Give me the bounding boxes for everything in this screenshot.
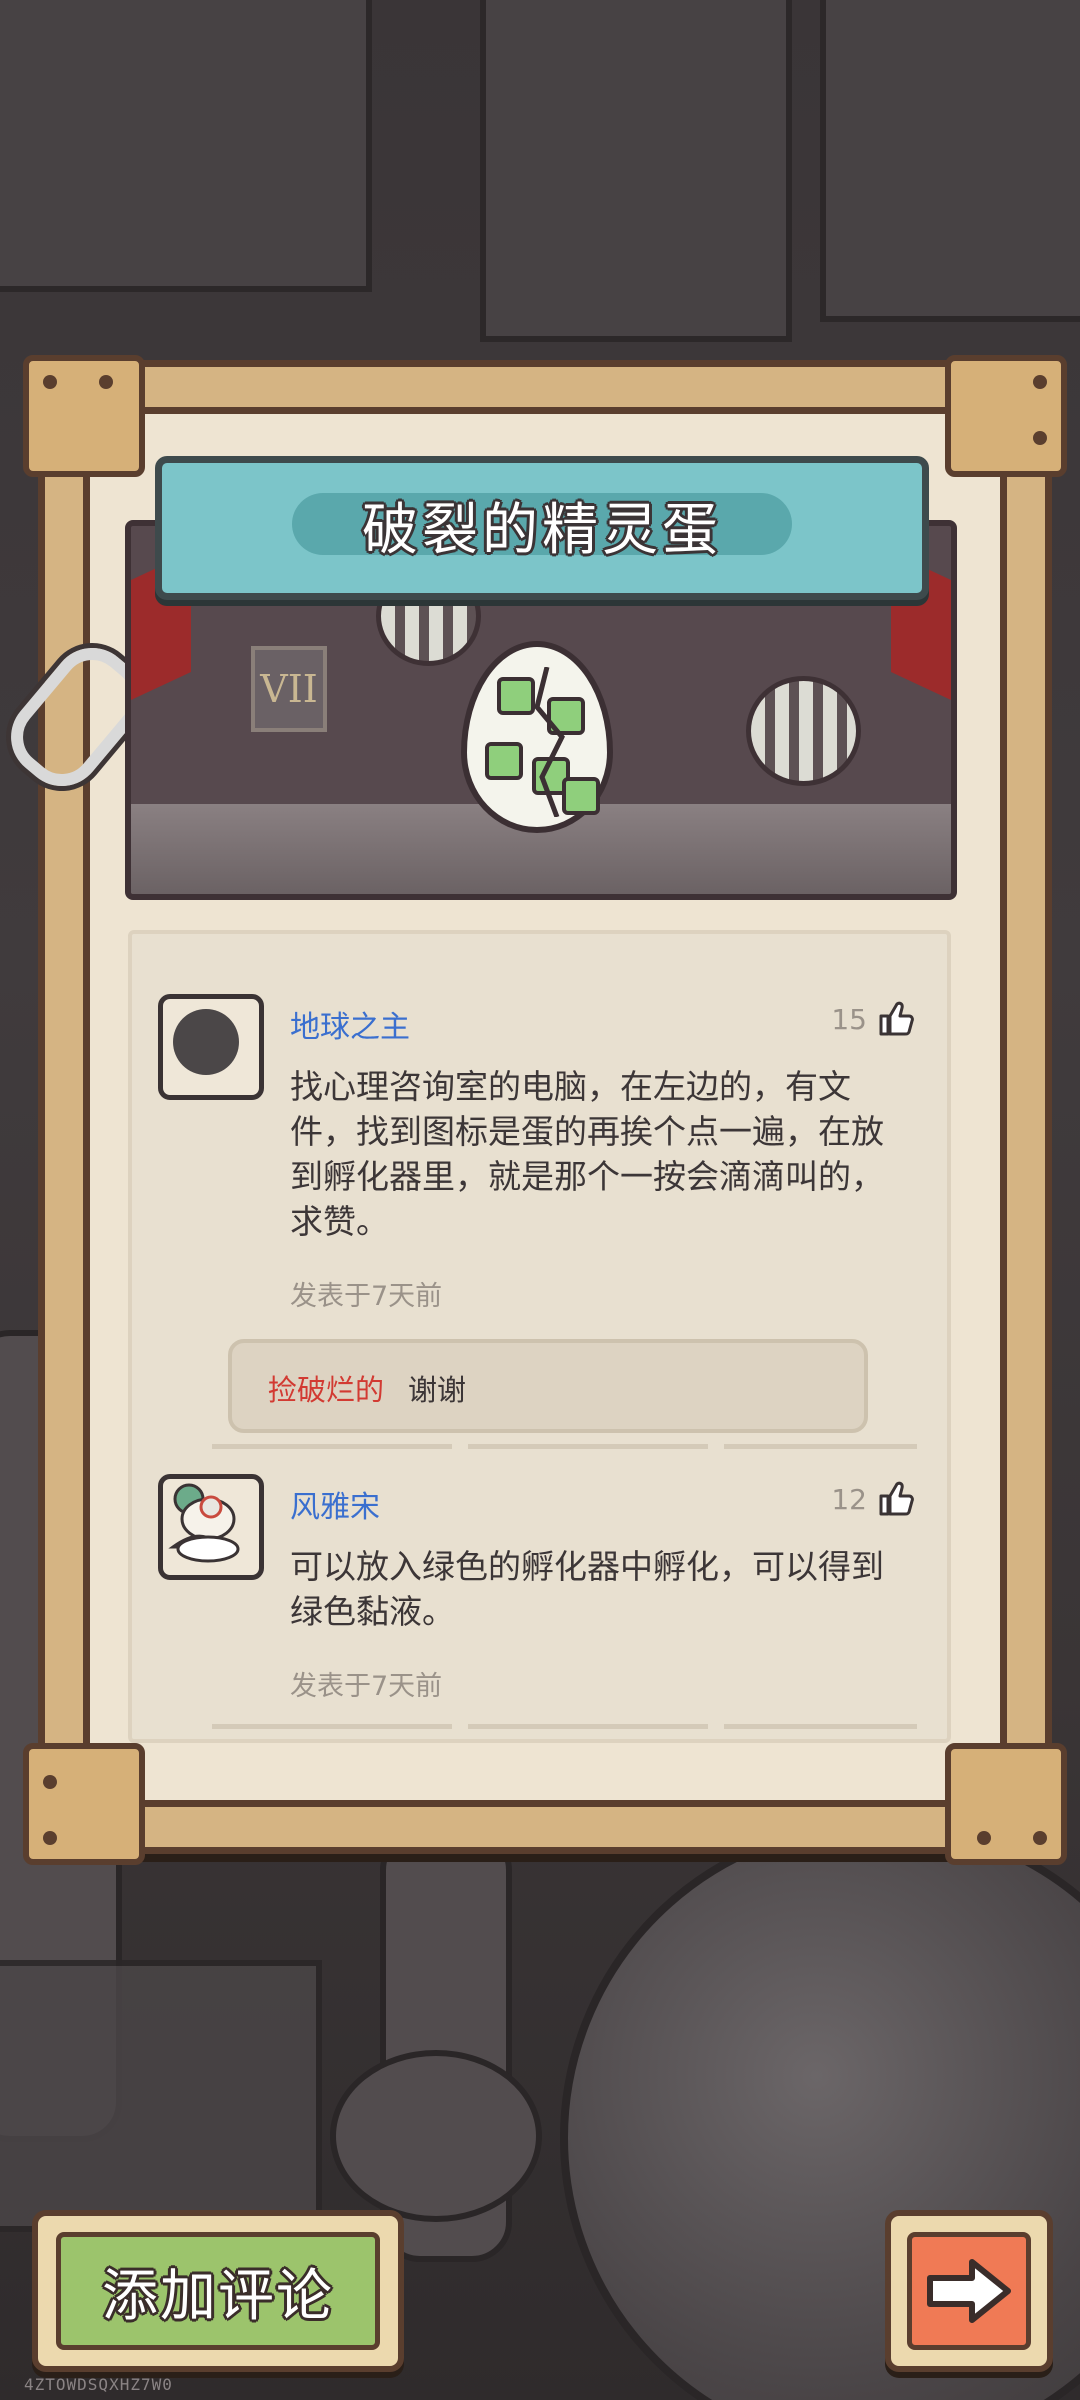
like-control[interactable]: 15 — [831, 998, 917, 1040]
comment-username[interactable]: 地球之主 — [290, 1002, 410, 1046]
add-comment-button[interactable]: 添加评论 — [32, 2210, 404, 2372]
comment-list[interactable]: 地球之主 15 找心理咨询室的电脑，在左边的，有文件，找到图标是蛋的再挨个点一遍… — [128, 930, 951, 1743]
like-count: 12 — [831, 1482, 867, 1516]
reply-username[interactable]: 捡破烂的 — [268, 1367, 384, 1409]
thumbs-up-icon[interactable] — [875, 998, 917, 1040]
watermark: 4ZTOWDSQXHZ7W0 — [24, 2375, 173, 2394]
like-count: 15 — [831, 1002, 867, 1036]
corner-bracket — [945, 1743, 1067, 1865]
divider — [212, 1724, 917, 1729]
comment-timestamp: 发表于7天前 — [290, 1281, 443, 1312]
comment-timestamp: 发表于7天前 — [290, 1671, 443, 1702]
striped-egg — [746, 676, 861, 786]
comment-username[interactable]: 风雅宋 — [290, 1482, 380, 1526]
cracked-spirit-egg-icon — [461, 641, 613, 833]
comment-body: 找心理咨询室的电脑，在左边的，有文件，找到图标是蛋的再挨个点一遍，在放到孵化器里… — [290, 1067, 884, 1241]
avatar[interactable] — [158, 994, 264, 1100]
scene-plaque: VII — [251, 646, 327, 732]
reply-box: 捡破烂的 谢谢 — [228, 1339, 868, 1433]
next-button[interactable] — [885, 2210, 1053, 2372]
corner-bracket — [23, 355, 145, 477]
comment-item: 风雅宋 12 可以放入绿色的孵化器中孵化，可以得到绿色黏液。 发表于7天前 — [132, 1474, 947, 1714]
corner-bracket — [23, 1743, 145, 1865]
like-control[interactable]: 12 — [831, 1478, 917, 1520]
divider — [212, 1444, 917, 1449]
right-arrow-icon — [927, 2259, 1011, 2323]
corner-bracket — [945, 355, 1067, 477]
add-comment-label: 添加评论 — [102, 2263, 334, 2329]
avatar[interactable] — [158, 1474, 264, 1580]
comment-body: 可以放入绿色的孵化器中孵化，可以得到绿色黏液。 — [290, 1547, 884, 1631]
reply-text: 谢谢 — [408, 1373, 467, 1407]
page-title: 破裂的精灵蛋 — [362, 498, 722, 563]
thumbs-up-icon[interactable] — [875, 1478, 917, 1520]
title-banner: 破裂的精灵蛋 — [155, 456, 929, 600]
comment-item: 地球之主 15 找心理咨询室的电脑，在左边的，有文件，找到图标是蛋的再挨个点一遍… — [132, 964, 947, 1433]
